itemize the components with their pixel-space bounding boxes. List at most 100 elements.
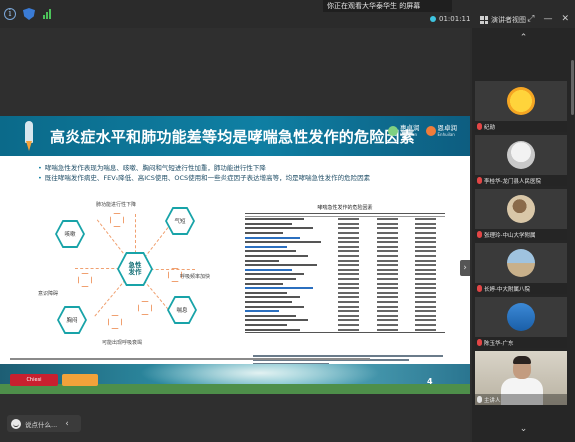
participants-panel: ⌃ 纪勋 李桂华-龙门县人民医院 张理玲-中山大学附属 长婷-中大附属八院 陈玉… (472, 28, 575, 442)
bullet-item: 既往哮喘发作病史、FEV₁降低、高ICS使用、OCS使用和一些炎症因子表达增高等… (38, 173, 370, 183)
diagram-connector-dot (78, 273, 92, 287)
view-mode-label: 演讲者视图 (491, 16, 526, 24)
footer-landscape-image: Chiesi 4 (0, 364, 470, 394)
window-controls: ⤢ — ✕ (527, 14, 569, 25)
table-caption: 哮喘急性发作的危险因素 (317, 205, 373, 211)
grid-icon (480, 16, 488, 24)
slide-header: 高炎症水平和肺功能差等均是哮喘急性发作的危险因素 惠卓润 Luhuilan 恩卓… (0, 116, 470, 156)
table-header-cell (245, 214, 330, 216)
mic-muted-icon (477, 339, 482, 346)
participant-name: 长婷-中大附属八院 (484, 286, 530, 293)
participant-name: 纪勋 (484, 124, 496, 131)
participant-video-tile[interactable]: 主讲人 (475, 351, 567, 405)
scroll-down-icon[interactable]: ⌄ (472, 422, 575, 436)
rocket-icon (22, 121, 36, 151)
mic-muted-icon (477, 177, 482, 184)
meeting-timer: 01:01:11 (430, 15, 470, 23)
logo-luhuilan-text: 惠卓润 (400, 124, 420, 132)
emoji-icon[interactable] (11, 418, 21, 429)
table-body (245, 217, 445, 332)
chat-input-bar[interactable]: 说点什么... ‹ (7, 415, 81, 432)
slide-page-number: 4 (427, 377, 433, 386)
table-header-cell (368, 214, 406, 216)
diagram-node-label: 气短 (174, 219, 186, 225)
participant-name: 主讲人 (484, 397, 501, 404)
diagram-node-label: 喘息 (176, 308, 188, 314)
diagram-node-label: 咳嗽 (64, 232, 76, 238)
logo-enhuilan-sub: Enhuilan (437, 132, 455, 137)
minimize-icon[interactable]: — (543, 14, 552, 25)
logo-enhuilan: 恩卓润 Enhuilan (425, 124, 458, 137)
participant-name: 李桂华-龙门县人民医院 (484, 178, 541, 185)
logo-luhuilan: 惠卓润 Luhuilan (388, 125, 420, 137)
scroll-up-icon[interactable]: ⌃ (472, 31, 575, 45)
info-icon[interactable]: i (4, 8, 16, 20)
slide-footer: Chiesi 4 (0, 354, 470, 394)
participant-name: 陈玉华-广东 (484, 340, 514, 347)
mic-muted-icon (477, 231, 482, 238)
diagram-connector-dot (110, 213, 124, 227)
flower-icon (425, 126, 436, 136)
mic-muted-icon (477, 285, 482, 292)
chat-input-placeholder[interactable]: 说点什么... (25, 419, 57, 429)
screen-share-banner: 你正在观看大华泰华生 的屏幕 (323, 0, 452, 12)
table-header-cell (330, 214, 368, 216)
avatar (507, 249, 535, 277)
avatar (507, 141, 535, 169)
diagram-annotation: 可能出现呼吸衰竭 (102, 340, 143, 346)
slide-logos: 惠卓润 Luhuilan 恩卓润 Enhuilan (388, 125, 457, 137)
diagram-annotation: 呼吸频率加快 (180, 274, 211, 280)
chevron-left-icon[interactable]: ‹ (65, 419, 69, 429)
bullet-item: 哮喘急性发作表现为喘息、咳嗽、胸闷和气短进行性加重，肺功能进行性下降 (38, 163, 370, 173)
participant-tile[interactable]: 陈玉华-广东 (475, 297, 567, 348)
top-bar: i 你正在观看大华泰华生 的屏幕 01:01:11 演讲者视图 ⤢ — ✕ (0, 0, 575, 28)
logo-luhuilan-sub: Luhuilan (400, 132, 417, 137)
diagram-node: 喘息 (167, 296, 197, 324)
diagram-node: 胸闷 (57, 306, 87, 334)
panel-toggle-button[interactable]: › (460, 260, 470, 276)
slide-title: 高炎症水平和肺功能差等均是哮喘急性发作的危险因素 (50, 128, 415, 146)
meeting-app: i 你正在观看大华泰华生 的屏幕 01:01:11 演讲者视图 ⤢ — ✕ 高炎… (0, 0, 575, 442)
leaf-icon (388, 126, 398, 136)
risk-factor-table: 哮喘急性发作的危险因素 (245, 204, 445, 352)
meeting-timer-label: 01:01:11 (439, 15, 471, 23)
mic-icon (477, 396, 482, 403)
participant-name: 张理玲-中山大学附属 (484, 232, 536, 239)
recording-dot-icon (430, 16, 436, 22)
diagram-center-node: 急性 发作 (117, 252, 153, 286)
participant-tile[interactable]: 纪勋 (475, 81, 567, 132)
participant-tile[interactable]: 李桂华-龙门县人民医院 (475, 135, 567, 186)
diagram-node-label: 胸闷 (66, 318, 78, 324)
diagram-node: 咳嗽 (55, 220, 85, 248)
close-icon[interactable]: ✕ (561, 14, 569, 25)
brand-logo: Chiesi (10, 374, 58, 386)
top-status-icons: i (4, 8, 54, 20)
diagram-connector-dot (138, 301, 152, 315)
slide-bullets: 哮喘急性发作表现为喘息、咳嗽、胸闷和气短进行性加重，肺功能进行性下降 既往哮喘发… (38, 163, 370, 183)
mic-muted-icon (477, 123, 482, 130)
view-mode-button[interactable]: 演讲者视图 (480, 14, 530, 26)
table-row (245, 327, 445, 332)
table-footer-rule (245, 331, 445, 333)
presentation-slide: 高炎症水平和肺功能差等均是哮喘急性发作的危险因素 惠卓润 Luhuilan 恩卓… (0, 116, 470, 394)
avatar (507, 195, 535, 223)
exacerbation-diagram: 急性 发作 咳嗽 气短 喘息 胸闷 肺功能进行性下降 呼吸频率加快 意识障碍 可… (38, 189, 220, 349)
participant-tile[interactable]: 长婷-中大附属八院 (475, 243, 567, 294)
diagram-annotation: 意识障碍 (38, 291, 59, 297)
shield-icon[interactable] (23, 8, 35, 20)
diagram-node: 气短 (165, 207, 195, 235)
shared-screen-area: 高炎症水平和肺功能差等均是哮喘急性发作的危险因素 惠卓润 Luhuilan 恩卓… (0, 28, 470, 442)
logo-enhuilan-text: 恩卓润 (437, 124, 458, 132)
participant-tile[interactable]: 张理玲-中山大学附属 (475, 189, 567, 240)
avatar (507, 87, 535, 115)
diagram-annotation: 肺功能进行性下降 (96, 202, 137, 208)
table-header-cell (407, 214, 445, 216)
diagram-center-label: 急性 发作 (128, 261, 142, 276)
slide-reference (10, 358, 370, 360)
scrollbar[interactable] (571, 60, 574, 115)
partner-logo (62, 374, 98, 386)
avatar (507, 303, 535, 331)
diagram-connector-dot (108, 315, 122, 329)
fullscreen-icon[interactable]: ⤢ (527, 14, 534, 25)
signal-icon[interactable] (42, 8, 54, 20)
